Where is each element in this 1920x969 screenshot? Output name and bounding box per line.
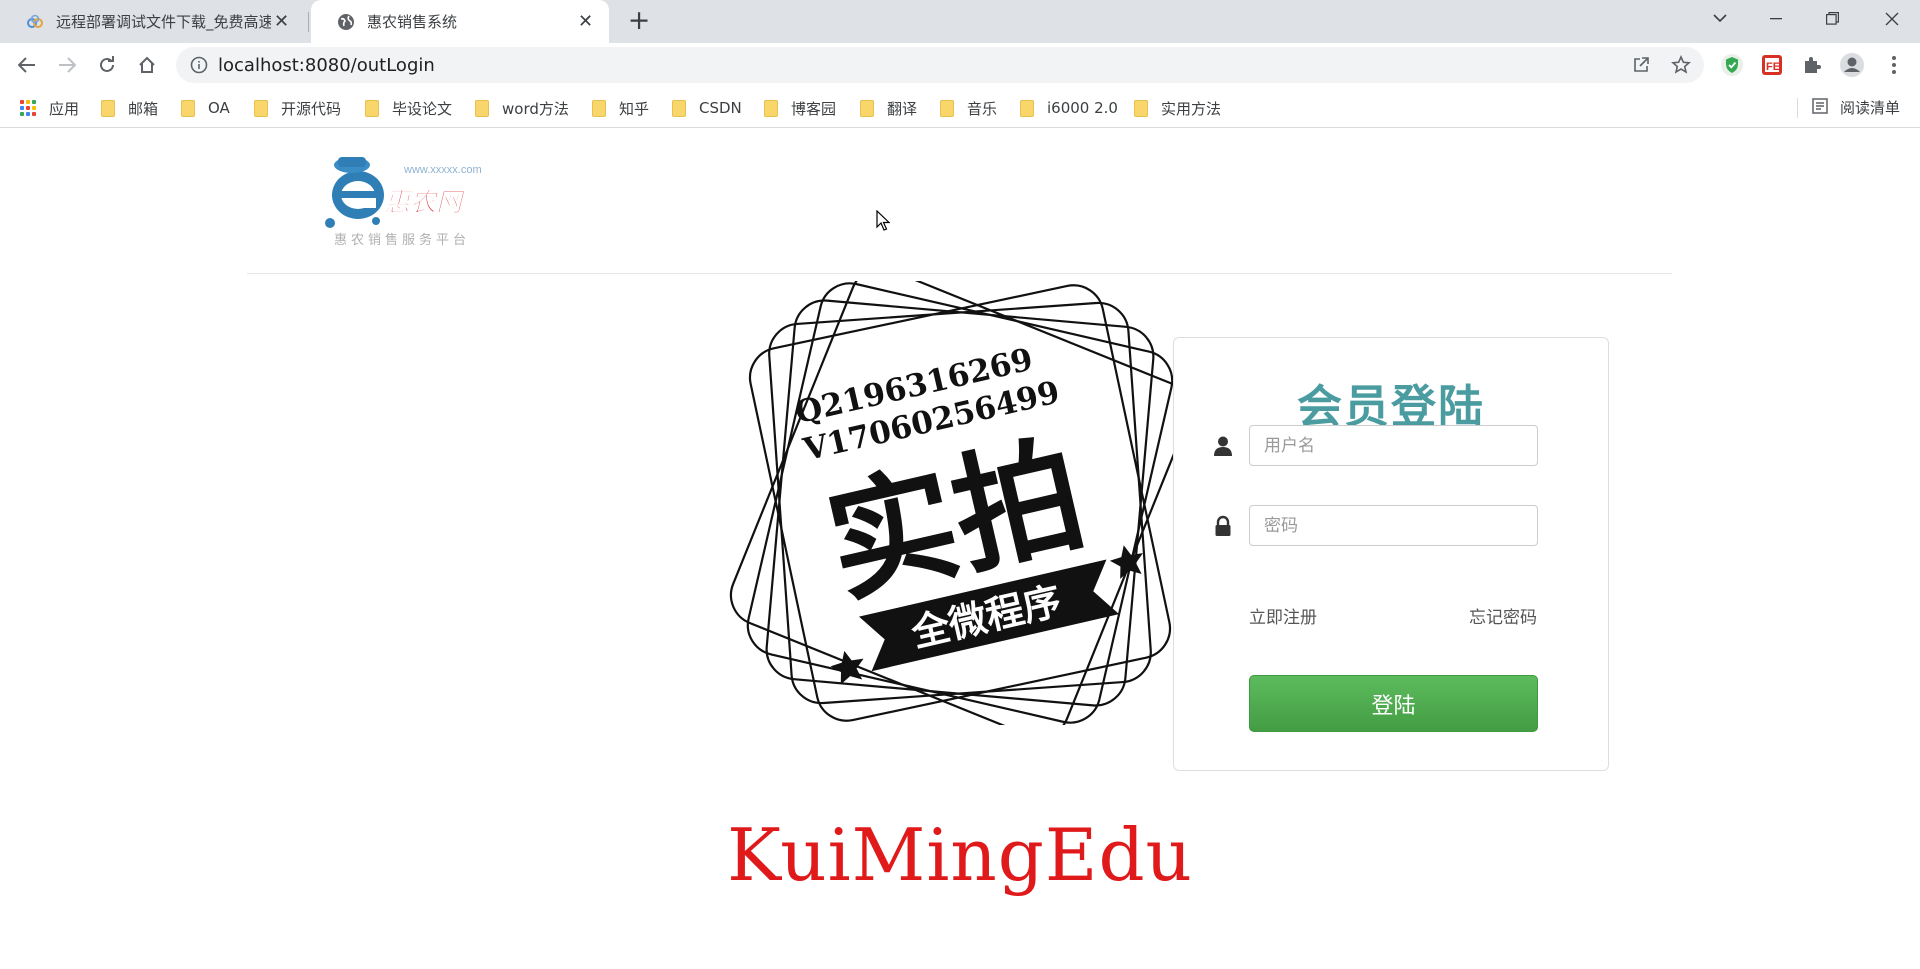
forward-arrow-icon[interactable] xyxy=(52,50,82,80)
tab-search-icon[interactable] xyxy=(1692,0,1748,37)
new-tab-button[interactable]: + xyxy=(624,7,654,37)
bookmark-folder[interactable]: 邮箱 xyxy=(101,97,158,119)
tab-title: 远程部署调试文件下载_免费高速 xyxy=(56,13,271,31)
lock-icon xyxy=(1212,515,1234,537)
url-text[interactable]: localhost:8080/outLogin xyxy=(218,55,435,76)
close-window-button[interactable] xyxy=(1864,0,1920,37)
bookmark-label: i6000 2.0 xyxy=(1047,99,1118,117)
login-button[interactable]: 登陆 xyxy=(1249,675,1538,732)
folder-icon xyxy=(181,99,195,117)
bookmark-label: 毕设论文 xyxy=(392,99,453,118)
bookmark-folder[interactable]: 翻译 xyxy=(860,97,917,119)
bookmark-label: 音乐 xyxy=(967,99,998,118)
bookmark-label: word方法 xyxy=(502,99,569,118)
page-content: www.xxxxx.com 惠农网 惠农销售服务平台 Q2196316269 V… xyxy=(0,129,1920,969)
share-icon[interactable] xyxy=(1631,55,1651,75)
bookmarks-bar: 应用 邮箱 OA 开源代码 毕设论文 word方法 知乎 CSDN 博客园 翻译… xyxy=(0,87,1920,128)
fe-extension-icon[interactable]: FE xyxy=(1758,51,1786,79)
tab-title: 惠农销售系统 xyxy=(367,13,458,31)
cloud-favicon-icon xyxy=(26,13,44,31)
browser-tab-2[interactable]: 惠农销售系统 ✕ xyxy=(311,0,609,43)
home-icon[interactable] xyxy=(132,50,162,80)
svg-text:惠农销售服务平台: 惠农销售服务平台 xyxy=(334,232,470,248)
shield-extension-icon[interactable] xyxy=(1718,51,1746,79)
site-logo[interactable]: www.xxxxx.com 惠农网 惠农销售服务平台 xyxy=(322,151,487,251)
svg-text:www.xxxxx.com: www.xxxxx.com xyxy=(403,164,482,176)
folder-icon xyxy=(1020,99,1034,117)
password-input[interactable] xyxy=(1249,505,1538,546)
address-bar[interactable]: localhost:8080/outLogin xyxy=(176,47,1704,83)
menu-kebab-icon[interactable] xyxy=(1880,51,1908,79)
watermark-text: KuiMingEdu xyxy=(727,813,1193,897)
folder-icon xyxy=(1134,99,1148,117)
bookmark-folder[interactable]: i6000 2.0 xyxy=(1020,97,1118,119)
bookmark-label: 应用 xyxy=(49,99,80,118)
header-divider xyxy=(247,273,1672,274)
profile-avatar-icon[interactable] xyxy=(1838,51,1866,79)
close-tab-icon[interactable]: ✕ xyxy=(576,12,595,31)
folder-icon xyxy=(365,99,379,117)
close-tab-icon[interactable]: ✕ xyxy=(272,12,291,31)
reload-icon[interactable] xyxy=(92,50,122,80)
watermark-stamp: Q2196316269 V17060256499 实拍 全微程序 xyxy=(728,267,1192,739)
bookmark-folder[interactable]: 毕设论文 xyxy=(365,97,452,119)
folder-icon xyxy=(254,99,268,117)
bookmark-label: 博客园 xyxy=(791,99,837,118)
bookmark-label: 实用方法 xyxy=(1161,99,1222,118)
svg-text:惠农网: 惠农网 xyxy=(384,188,466,218)
bookmark-label: 开源代码 xyxy=(281,99,342,118)
bookmark-folder[interactable]: 知乎 xyxy=(592,97,649,119)
apps-grid-icon xyxy=(20,100,36,116)
bookmark-folder[interactable]: word方法 xyxy=(475,97,569,119)
login-card: 会员登陆 立即注册 忘记密码 登陆 xyxy=(1173,337,1609,771)
folder-icon xyxy=(475,99,489,117)
folder-icon xyxy=(860,99,874,117)
reading-list-label: 阅读清单 xyxy=(1839,99,1900,117)
folder-icon xyxy=(672,99,686,117)
username-input[interactable] xyxy=(1249,425,1538,466)
mouse-cursor-icon xyxy=(876,209,891,232)
tab-strip: 远程部署调试文件下载_免费高速 ✕ 惠农销售系统 ✕ + xyxy=(0,0,1920,43)
reading-list-icon xyxy=(1812,97,1828,118)
folder-icon xyxy=(940,99,954,117)
minimize-button[interactable] xyxy=(1748,0,1804,37)
folder-icon xyxy=(592,99,606,117)
folder-icon xyxy=(101,99,115,117)
back-arrow-icon[interactable] xyxy=(12,50,42,80)
bookmark-folder[interactable]: 开源代码 xyxy=(254,97,341,119)
site-info-icon[interactable] xyxy=(190,56,208,74)
puzzle-extensions-icon[interactable] xyxy=(1798,51,1826,79)
bookmark-label: CSDN xyxy=(699,99,742,117)
bookmark-folder[interactable]: 博客园 xyxy=(764,97,836,119)
svg-text:FE: FE xyxy=(1766,61,1780,73)
bookmark-folder[interactable]: CSDN xyxy=(672,97,742,119)
forgot-password-link[interactable]: 忘记密码 xyxy=(1469,603,1537,628)
restore-button[interactable] xyxy=(1804,0,1860,37)
tab-divider xyxy=(308,12,309,32)
bookmark-folder[interactable]: 音乐 xyxy=(940,97,997,119)
divider xyxy=(1796,97,1798,118)
register-link[interactable]: 立即注册 xyxy=(1249,603,1317,628)
folder-icon xyxy=(764,99,778,117)
bookmark-folder[interactable]: 实用方法 xyxy=(1134,97,1221,119)
browser-toolbar: localhost:8080/outLogin FE xyxy=(0,43,1920,87)
bookmark-label: OA xyxy=(208,99,230,117)
bookmark-label: 翻译 xyxy=(887,99,918,118)
bookmark-star-icon[interactable] xyxy=(1671,55,1691,75)
globe-icon xyxy=(337,13,355,31)
bookmark-apps[interactable]: 应用 xyxy=(20,97,79,119)
reading-list-button[interactable]: 阅读清单 xyxy=(1796,97,1900,118)
bookmark-folder[interactable]: OA xyxy=(181,97,230,119)
user-icon xyxy=(1212,435,1234,457)
bookmark-label: 邮箱 xyxy=(128,99,159,118)
browser-tab-1[interactable]: 远程部署调试文件下载_免费高速 ✕ xyxy=(0,0,305,43)
bookmark-label: 知乎 xyxy=(619,99,650,118)
